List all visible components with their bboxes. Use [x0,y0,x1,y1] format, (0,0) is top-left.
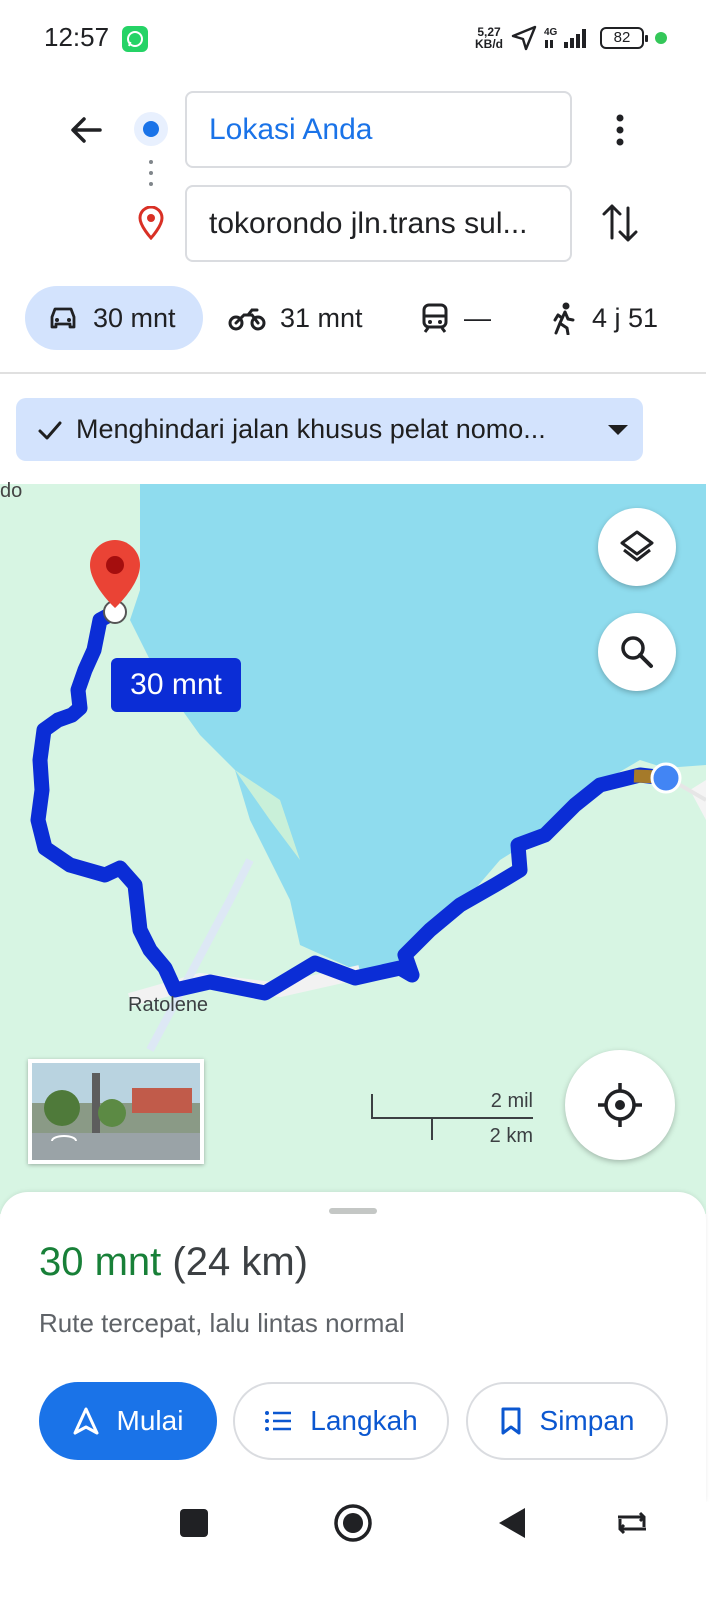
more-vert-icon [616,114,624,146]
mode-motorcycle[interactable]: 31 mnt [228,286,368,350]
origin-field[interactable]: Lokasi Anda [185,91,572,168]
dropdown-caret-icon [608,424,628,435]
privacy-indicator-dot [655,32,667,44]
mode-car[interactable]: 30 mnt [25,286,203,350]
mode-transit-label: — [464,302,491,333]
route-description: Rute tercepat, lalu lintas normal [39,1308,405,1338]
search-icon [621,636,653,668]
destination-field[interactable]: tokorondo jln.trans sul... [185,185,572,262]
map-scale: 2 mil 2 km [370,1090,535,1150]
street-view-thumbnail[interactable] [28,1059,204,1164]
walk-icon [553,302,575,335]
whatsapp-icon [122,26,148,52]
map-place-label-partial: do [0,480,23,502]
mode-car-label: 30 mnt [93,302,176,333]
triangle-back-icon [499,1508,525,1538]
steps-button-label: Langkah [310,1405,418,1436]
header-divider [0,372,706,374]
more-options-button[interactable] [600,108,640,152]
mode-transit[interactable]: — [420,286,510,350]
mode-walk[interactable]: 4 j 51 [550,286,670,350]
start-navigation-button[interactable]: Mulai [39,1382,217,1460]
avoid-chip-label: Menghindari jalan khusus pelat nomo... [76,414,546,444]
net-speed: 5,27 KB/d [472,26,506,50]
back-button[interactable] [62,106,110,154]
mode-walk-label: 4 j 51 [592,302,659,333]
back-nav-button[interactable] [487,1498,537,1548]
origin-marker-icon [134,112,168,146]
bookmark-icon [501,1407,521,1435]
avoid-option-chip[interactable]: Menghindari jalan khusus pelat nomo... [16,398,643,461]
navigation-arrow-icon [73,1407,99,1435]
car-icon [50,307,76,329]
status-time: 12:57 [44,22,110,52]
origin-location-dot[interactable] [650,762,682,794]
status-bar: 12:57 5,27 KB/d 4G 82 [0,0,720,76]
motorcycle-icon [228,308,266,331]
network-type: 4G [544,27,558,38]
route-eta-badge[interactable]: 30 mnt [111,658,241,712]
search-along-route-button[interactable] [598,613,676,691]
home-button[interactable] [328,1498,378,1548]
route-distance: (24 km) [172,1240,308,1284]
square-icon [180,1509,208,1537]
check-icon [38,421,62,439]
save-button[interactable]: Simpan [466,1382,668,1460]
sheet-drag-handle[interactable] [329,1208,377,1214]
travel-modes: 30 mnt 31 mnt — 4 j 51 [0,284,720,352]
location-arrow-icon [510,24,538,57]
circle-icon [334,1504,372,1542]
route-duration: 30 mnt [39,1240,162,1284]
my-location-button[interactable] [565,1050,675,1160]
back-arrow-icon [71,117,102,143]
save-button-label: Simpan [539,1405,635,1436]
signal-icon: 4G [544,26,592,55]
start-button-label: Mulai [116,1405,184,1436]
destination-pin-dot [106,556,124,574]
scale-km: 2 km [489,1125,533,1147]
assistant-button[interactable] [607,1498,657,1548]
recents-button[interactable] [169,1498,219,1548]
mode-motorcycle-label: 31 mnt [280,302,363,333]
swap-route-button[interactable] [598,198,642,248]
layers-icon [620,530,654,562]
system-nav-bar [0,1502,720,1600]
swap-icon [602,204,638,242]
road-segment [146,858,254,1052]
battery-icon: 82 [600,27,648,49]
route-summary: 30 mnt (24 km) [39,1240,308,1285]
destination-pin-icon [136,205,166,245]
rotate-icon [618,1511,646,1535]
steps-button[interactable]: Langkah [233,1382,449,1460]
crosshair-icon [598,1083,642,1127]
route-bottom-sheet[interactable]: 30 mnt (24 km) Rute tercepat, lalu linta… [0,1192,706,1502]
map-place-label: Ratolene [128,994,209,1016]
scale-miles: 2 mil [490,1090,533,1112]
transit-icon [422,303,448,333]
layers-button[interactable] [598,508,676,586]
route-connector [149,160,153,190]
net-speed-unit: KB/d [475,37,503,51]
list-icon [265,1411,292,1431]
street-view-image [32,1063,200,1160]
